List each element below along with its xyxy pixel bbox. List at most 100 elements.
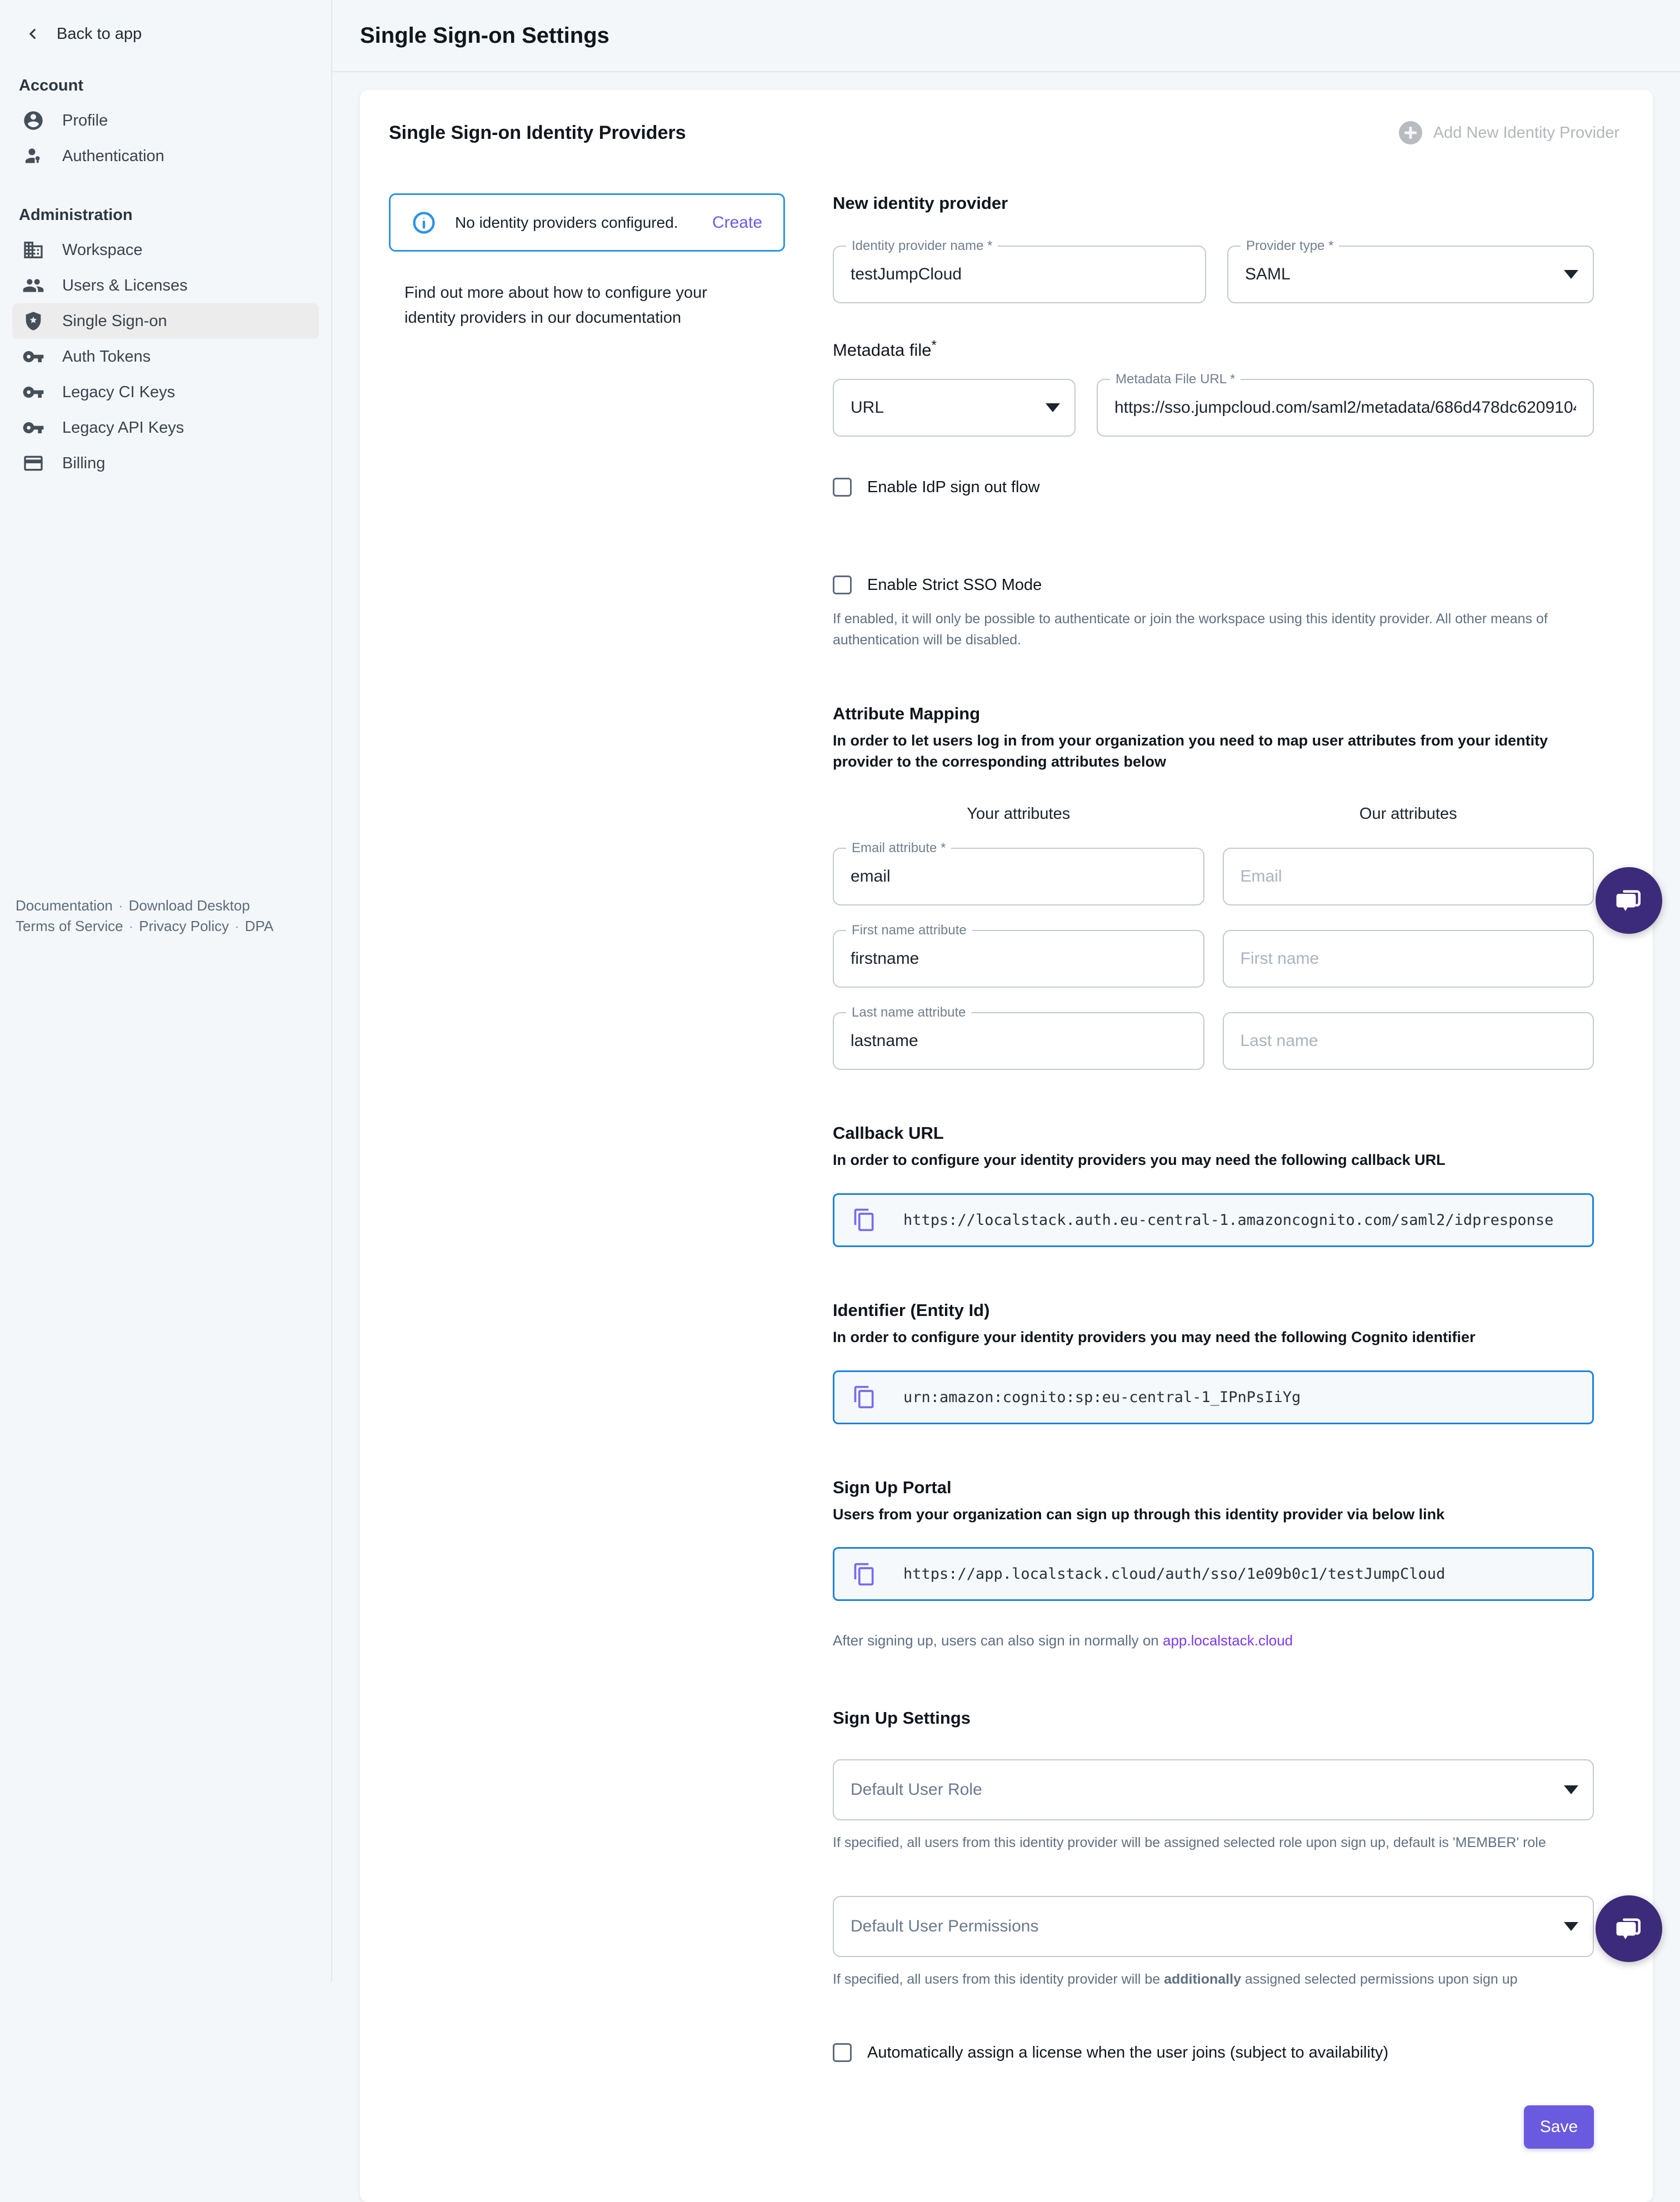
documentation-link[interactable]: Documentation <box>16 897 113 914</box>
sidebar-item-label: Profile <box>62 112 108 130</box>
key-icon <box>22 346 44 368</box>
sidebar-item-label: Users & Licenses <box>62 277 188 295</box>
default-user-role-select[interactable]: Default User Role <box>833 1759 1594 1820</box>
lastname-target-field[interactable] <box>1223 1012 1594 1070</box>
enable-strict-sso-checkbox-row[interactable]: Enable Strict SSO Mode <box>833 575 1594 594</box>
sidebar-item-billing[interactable]: Billing <box>12 446 319 481</box>
email-attribute-label: Email attribute * <box>846 840 951 856</box>
sidebar-item-legacy-api-keys[interactable]: Legacy API Keys <box>12 410 319 446</box>
sidebar-item-profile[interactable]: Profile <box>12 103 319 138</box>
identifier-value: urn:amazon:cognito:sp:eu-central-1_IPnPs… <box>903 1389 1301 1406</box>
sidebar-item-label: Single Sign-on <box>62 312 167 331</box>
metadata-file-url-label: Metadata File URL * <box>1110 372 1241 387</box>
section-title-administration: Administration <box>19 206 331 224</box>
default-user-permissions-placeholder: Default User Permissions <box>851 1917 1576 1936</box>
email-target-input[interactable] <box>1241 867 1577 886</box>
callback-url-heading: Callback URL <box>833 1123 1594 1143</box>
metadata-file-url-input[interactable] <box>1114 398 1576 417</box>
identifier-copy-box: urn:amazon:cognito:sp:eu-central-1_IPnPs… <box>833 1370 1594 1424</box>
alert-text: No identity providers configured. <box>455 214 678 232</box>
page-title: Single Sign-on Settings <box>360 23 609 48</box>
sidebar-item-workspace[interactable]: Workspace <box>12 232 319 268</box>
person-key-icon <box>22 145 44 167</box>
copy-icon[interactable] <box>852 1562 877 1587</box>
lastname-attribute-field[interactable]: Last name attribute <box>833 1012 1204 1070</box>
chat-launcher-button[interactable] <box>1596 1895 1662 1962</box>
signup-portal-copy-box: https://app.localstack.cloud/auth/sso/1e… <box>833 1547 1594 1601</box>
metadata-source-select[interactable]: URL <box>833 379 1076 437</box>
provider-type-value: SAML <box>1245 265 1576 284</box>
copy-icon[interactable] <box>852 1208 877 1232</box>
terms-link[interactable]: Terms of Service <box>16 918 123 934</box>
add-new-identity-provider-button[interactable]: Add New Identity Provider <box>1399 121 1619 144</box>
sidebar-item-users-licenses[interactable]: Users & Licenses <box>12 268 319 303</box>
chevron-down-icon <box>1564 1785 1578 1794</box>
privacy-link[interactable]: Privacy Policy <box>139 918 229 934</box>
strict-sso-description: If enabled, it will only be possible to … <box>833 609 1594 650</box>
your-attributes-header: Your attributes <box>833 805 1204 823</box>
email-attribute-field[interactable]: Email attribute * <box>833 848 1204 905</box>
sidebar-item-single-sign-on[interactable]: Single Sign-on <box>12 303 319 339</box>
firstname-target-input[interactable] <box>1241 949 1577 968</box>
dpa-link[interactable]: DPA <box>245 918 274 934</box>
signup-portal-subtitle: Users from your organization can sign up… <box>833 1504 1594 1525</box>
lastname-attribute-input[interactable] <box>851 1032 1187 1050</box>
card-title: Single Sign-on Identity Providers <box>389 122 686 144</box>
identity-provider-name-input[interactable] <box>851 265 1188 284</box>
save-button[interactable]: Save <box>1524 2105 1594 2149</box>
default-user-permissions-select[interactable]: Default User Permissions <box>833 1896 1594 1957</box>
lastname-target-input[interactable] <box>1241 1032 1577 1050</box>
auto-assign-license-checkbox-row[interactable]: Automatically assign a license when the … <box>833 2043 1594 2062</box>
identifier-heading: Identifier (Entity Id) <box>833 1300 1594 1320</box>
chat-launcher-button[interactable] <box>1596 867 1662 934</box>
enable-idp-signout-checkbox-row[interactable]: Enable IdP sign out flow <box>833 478 1594 497</box>
no-providers-alert: No identity providers configured. Create <box>389 193 785 252</box>
attribute-mapping-subtitle: In order to let users log in from your o… <box>833 730 1594 773</box>
shield-star-icon <box>22 310 44 332</box>
download-desktop-link[interactable]: Download Desktop <box>129 897 250 914</box>
copy-icon[interactable] <box>852 1385 877 1409</box>
providers-list-column: No identity providers configured. Create… <box>389 193 785 2202</box>
enable-strict-sso-label: Enable Strict SSO Mode <box>867 576 1042 594</box>
find-out-more-text: Find out more about how to configure you… <box>389 281 744 331</box>
dot-separator: · <box>113 897 129 914</box>
callback-url-value: https://localstack.auth.eu-central-1.ama… <box>903 1212 1553 1229</box>
chevron-down-icon <box>1046 403 1060 412</box>
identity-provider-name-field[interactable]: Identity provider name * <box>833 246 1206 303</box>
app-localstack-cloud-link[interactable]: app.localstack.cloud <box>1163 1632 1293 1649</box>
checkbox-unchecked-icon[interactable] <box>833 2043 852 2062</box>
sidebar-item-authentication[interactable]: Authentication <box>12 138 319 174</box>
back-to-app-button[interactable]: Back to app <box>0 0 331 44</box>
sso-card: Single Sign-on Identity Providers Add Ne… <box>360 90 1653 2202</box>
new-provider-form: New identity provider Identity provider … <box>833 193 1594 2202</box>
sidebar-item-label: Legacy API Keys <box>62 419 184 437</box>
signup-settings-heading: Sign Up Settings <box>833 1708 1594 1728</box>
person-circle-icon <box>22 109 44 132</box>
enable-idp-signout-label: Enable IdP sign out flow <box>867 478 1040 497</box>
sidebar-item-auth-tokens[interactable]: Auth Tokens <box>12 339 319 374</box>
default-user-permissions-description: If specified, all users from this identi… <box>833 1969 1594 1990</box>
lastname-attribute-label: Last name attribute <box>846 1005 971 1020</box>
firstname-target-field[interactable] <box>1223 930 1594 988</box>
email-target-field[interactable] <box>1223 848 1594 905</box>
dot-separator: · <box>123 918 139 934</box>
identity-provider-name-label: Identity provider name * <box>846 238 998 254</box>
content: Single Sign-on Identity Providers Add Ne… <box>332 72 1680 2202</box>
auto-assign-license-label: Automatically assign a license when the … <box>867 2044 1388 2062</box>
main-area: Single Sign-on Settings Single Sign-on I… <box>332 0 1680 1982</box>
firstname-attribute-input[interactable] <box>851 949 1187 968</box>
checkbox-unchecked-icon[interactable] <box>833 478 852 497</box>
section-title-account: Account <box>19 77 331 95</box>
provider-type-select[interactable]: Provider type * SAML <box>1227 246 1594 303</box>
sidebar-item-legacy-ci-keys[interactable]: Legacy CI Keys <box>12 374 319 410</box>
checkbox-unchecked-icon[interactable] <box>833 575 852 594</box>
create-link[interactable]: Create <box>712 213 762 232</box>
email-attribute-input[interactable] <box>851 867 1187 886</box>
metadata-file-heading: Metadata file* <box>833 338 1594 360</box>
firstname-attribute-field[interactable]: First name attribute <box>833 930 1204 988</box>
signup-portal-note: After signing up, users can also sign in… <box>833 1632 1594 1649</box>
attribute-mapping-heading: Attribute Mapping <box>833 704 1594 724</box>
our-attributes-header: Our attributes <box>1223 805 1594 823</box>
sidebar-item-label: Billing <box>62 454 105 473</box>
metadata-file-url-field[interactable]: Metadata File URL * <box>1097 379 1594 437</box>
